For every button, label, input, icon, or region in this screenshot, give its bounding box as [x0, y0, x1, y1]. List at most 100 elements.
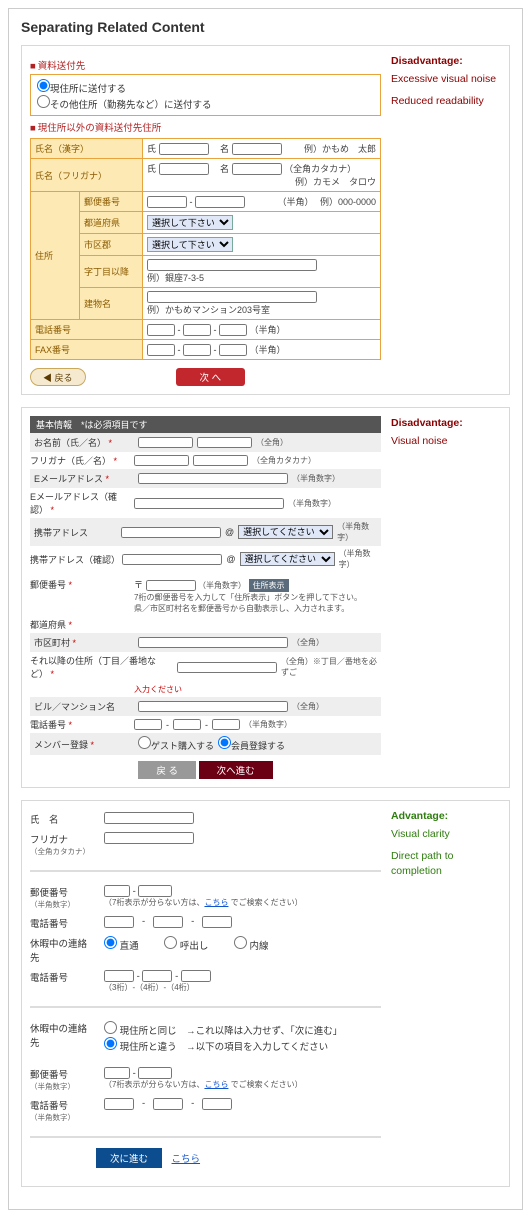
radio-diff-address[interactable]: 現住所と違う →以下の項目を入力してください [104, 1042, 328, 1053]
input-given-kana[interactable] [232, 163, 282, 175]
label-zip-2: 郵便番号（半角数字） [30, 1067, 96, 1092]
annotation-3: Advantage: Visual clarity Direct path to… [391, 809, 501, 1178]
input-name-1[interactable] [138, 437, 193, 448]
input-building[interactable] [138, 701, 288, 712]
next-button[interactable]: 次へ進む [199, 761, 273, 779]
radio-direct[interactable]: 直通 [104, 936, 139, 952]
example-3: 氏 名 フリガナ（全角カタカナ） 郵便番号（半角数字） - （7桁表示が分らない… [21, 800, 510, 1187]
label-furigana: フリガナ（氏／名） [30, 454, 130, 467]
input-fax-2[interactable] [183, 344, 211, 356]
input-mobile-confirm[interactable] [122, 554, 222, 565]
input-tel-3[interactable] [212, 719, 240, 730]
radio-current-input[interactable] [37, 79, 50, 92]
example-3-content: 氏 名 フリガナ（全角カタカナ） 郵便番号（半角数字） - （7桁表示が分らない… [30, 809, 381, 1178]
input-addr-rest[interactable] [177, 662, 277, 673]
label-name: 氏 名 [30, 812, 96, 826]
radio-other-input[interactable] [37, 95, 50, 108]
input-given-kanji[interactable] [232, 143, 282, 155]
input-tel-b3[interactable] [181, 970, 211, 982]
label-furigana: フリガナ（全角カタカナ） [30, 832, 96, 857]
label-tel-2: 電話番号 [30, 970, 96, 984]
label-building: 建物名 [80, 288, 143, 320]
label-name: お名前（氏／名） [34, 436, 134, 449]
next-button[interactable]: 次 へ [176, 368, 246, 386]
input-tel-3[interactable] [219, 324, 247, 336]
back-button[interactable]: 戻 る [138, 761, 196, 779]
input-tel-a1[interactable] [104, 916, 134, 928]
input-zip-b2[interactable] [138, 1067, 172, 1079]
header-band: 基本情報 *は必須項目です [30, 416, 381, 433]
input-tel-c1[interactable] [104, 1098, 134, 1110]
input-tel-a2[interactable] [153, 916, 183, 928]
input-furigana-2[interactable] [193, 455, 248, 466]
label-zip: 郵便番号（半角数字） [30, 885, 96, 910]
input-fax-3[interactable] [219, 344, 247, 356]
clear-link[interactable]: こちら [172, 1154, 201, 1165]
select-prefecture[interactable]: 選択して下さい [147, 215, 233, 230]
radio-ext[interactable]: 内線 [234, 936, 269, 952]
annotation-1-line1: Excessive visual noise [391, 72, 501, 87]
radio-guest[interactable]: ゲスト購入する [138, 736, 214, 752]
back-button[interactable]: ◀ 戻る [30, 368, 86, 386]
radio-member[interactable]: 会員登録する [218, 736, 285, 752]
zip-hint: 7桁の郵便番号を入力して「住所表示」ボタンを押して下さい。 県／市区町村名を郵便… [134, 593, 362, 613]
input-name[interactable] [104, 812, 194, 824]
input-zip-2[interactable] [138, 885, 172, 897]
input-tel-1[interactable] [134, 719, 162, 730]
input-tel-a3[interactable] [202, 916, 232, 928]
label-addr-rest: それ以降の住所（丁目／番地など） [30, 654, 173, 680]
input-zip-1[interactable] [147, 196, 187, 208]
label-city: 市区町村 [34, 636, 134, 649]
input-furigana[interactable] [104, 832, 194, 844]
input-zip[interactable] [146, 580, 196, 591]
input-tel-1[interactable] [147, 324, 175, 336]
input-name-2[interactable] [197, 437, 252, 448]
input-zip-2[interactable] [195, 196, 245, 208]
input-furigana-1[interactable] [134, 455, 189, 466]
input-tel-2[interactable] [183, 324, 211, 336]
input-surname-kana[interactable] [159, 163, 209, 175]
annotation-1-line2: Reduced readability [391, 94, 501, 109]
select-city[interactable]: 選択して下さい [147, 237, 233, 252]
input-zip-1[interactable] [104, 885, 130, 897]
example-1: 資料送付先 現住所に送付する その他住所（勤務先など）に送付する 現住所以外の資… [21, 45, 510, 395]
zip-lookup-link[interactable]: こちら [204, 898, 228, 907]
input-tel-c2[interactable] [153, 1098, 183, 1110]
label-tel: 電話番号 [31, 320, 143, 340]
input-fax-1[interactable] [147, 344, 175, 356]
label-zip: 郵便番号 [80, 192, 143, 212]
zip-lookup-button[interactable]: 住所表示 [249, 579, 289, 592]
radio-callout[interactable]: 呼出し [164, 936, 208, 952]
label-prefecture: 都道府県 [80, 212, 143, 234]
select-mobile-domain[interactable]: 選択してください [238, 525, 333, 539]
radio-current-address[interactable]: 現住所に送付する [37, 84, 126, 95]
input-email[interactable] [138, 473, 288, 484]
input-tel-b1[interactable] [104, 970, 134, 982]
input-building[interactable] [147, 291, 317, 303]
address-table: 氏名（漢字） 氏 名 例）かもめ 太郎 氏名（フリガナ） 氏 名 （全角カタカナ… [30, 138, 381, 360]
button-row-1: ◀ 戻る 次 へ [30, 368, 381, 386]
label-prefecture: 都道府県 [30, 618, 130, 631]
page: Separating Related Content 資料送付先 現住所に送付す… [8, 8, 523, 1210]
input-tel-c3[interactable] [202, 1098, 232, 1110]
next-button[interactable]: 次に進む [96, 1148, 162, 1168]
radio-same-address[interactable]: 現住所と同じ →これ以降は入力せず、「次に進む」 [104, 1026, 342, 1037]
select-mobile-domain-confirm[interactable]: 選択してください [240, 552, 335, 566]
input-street[interactable] [147, 259, 317, 271]
label-zip: 郵便番号 [30, 578, 130, 591]
input-tel-2[interactable] [173, 719, 201, 730]
radio-other-address[interactable]: その他住所（勤務先など）に送付する [37, 100, 212, 111]
label-holiday-contact: 休暇中の連絡先 [30, 936, 96, 964]
input-city[interactable] [138, 637, 288, 648]
zip-lookup-link-2[interactable]: こちら [204, 1080, 228, 1089]
zip-hint-text: （7桁表示が分らない方は、こちら でご検索ください） [104, 898, 303, 907]
input-email-confirm[interactable] [134, 498, 284, 509]
input-zip-b1[interactable] [104, 1067, 130, 1079]
divider-2 [30, 1006, 381, 1008]
destination-radio-group: 現住所に送付する その他住所（勤務先など）に送付する [30, 74, 381, 116]
input-mobile-user[interactable] [121, 527, 221, 538]
input-surname-kanji[interactable] [159, 143, 209, 155]
annotation-1: Disadvantage: Excessive visual noise Red… [391, 54, 501, 386]
input-tel-b2[interactable] [142, 970, 172, 982]
label-name-furigana: 氏名（フリガナ） [31, 159, 143, 192]
